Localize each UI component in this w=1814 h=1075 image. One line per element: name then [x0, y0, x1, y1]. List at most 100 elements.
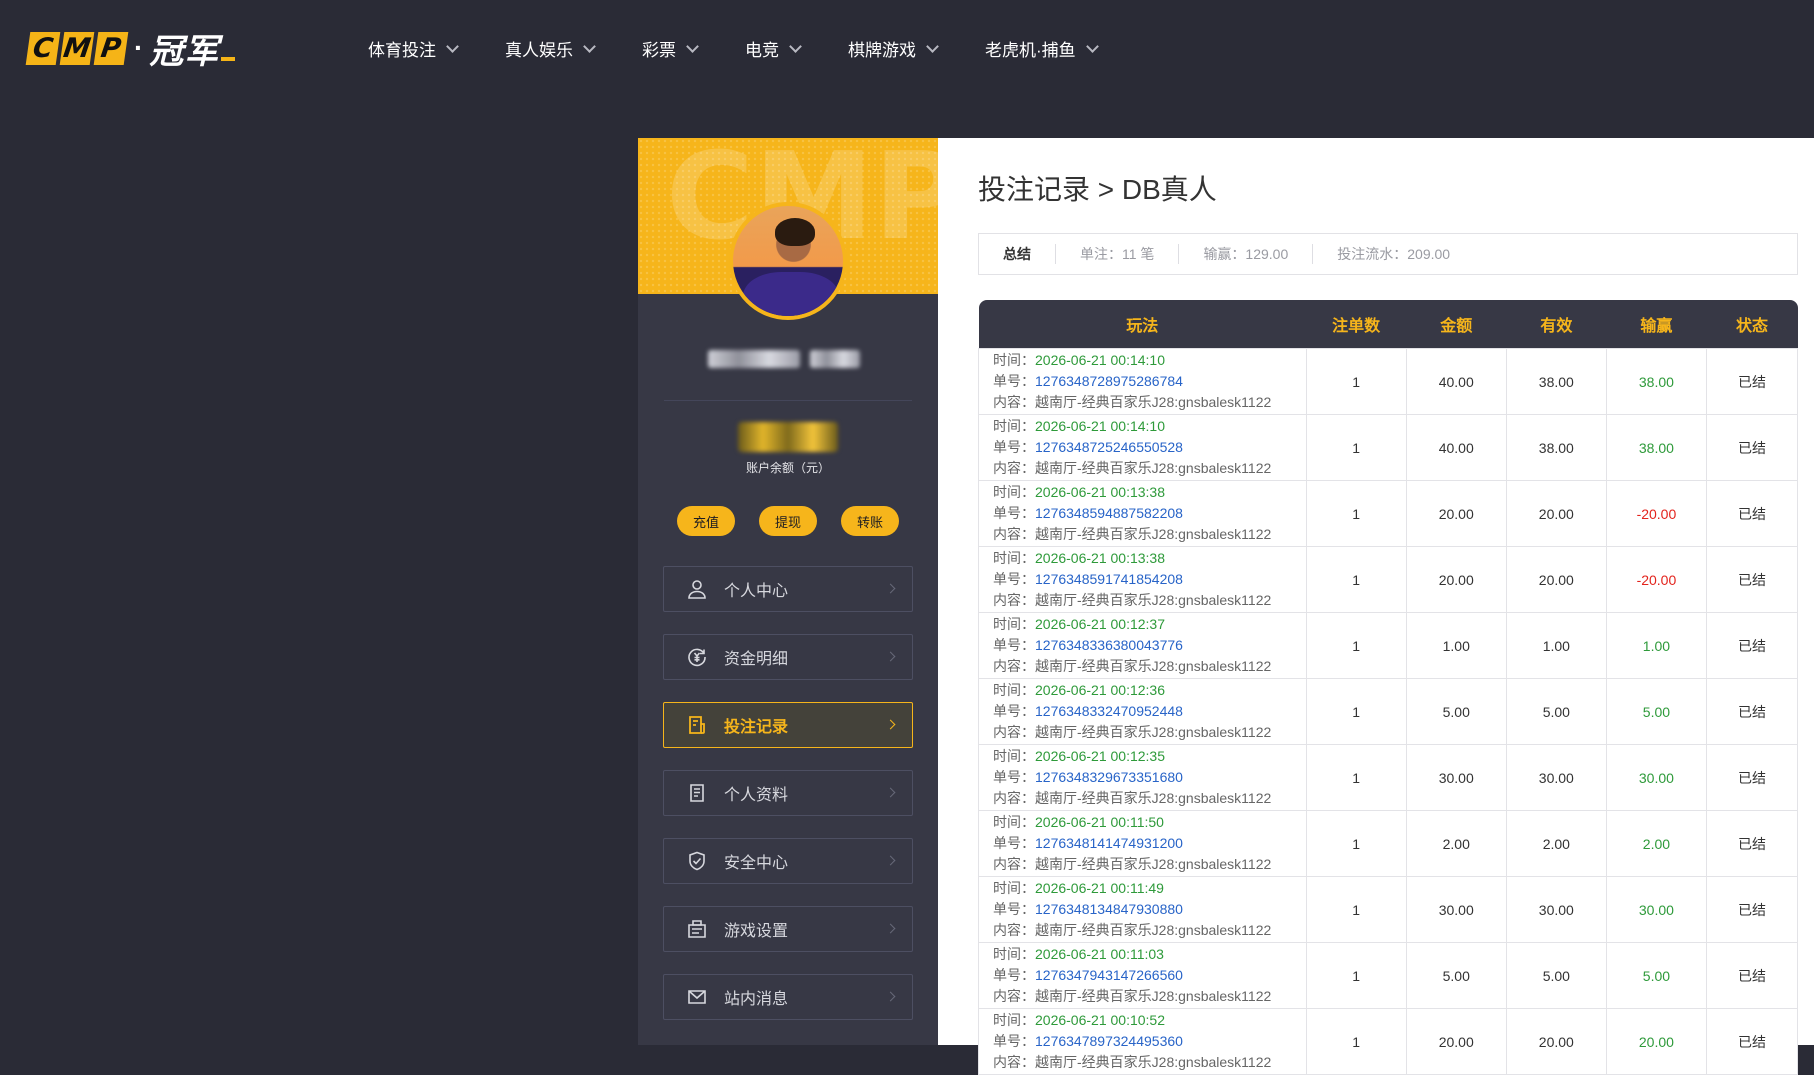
bet-status: 已结 [1705, 1008, 1799, 1075]
time-label: 时间： [993, 814, 1035, 830]
nav-item-card-games[interactable]: 棋牌游戏 [848, 36, 939, 61]
no-label: 单号： [993, 637, 1035, 653]
bet-winloss: 30.00 [1605, 876, 1707, 943]
bet-winloss: 38.00 [1605, 414, 1707, 481]
bet-number-link[interactable]: 1276348591741854208 [1035, 571, 1183, 587]
table-row[interactable]: 时间：2026-06-21 00:11:49 单号：127634813484793… [978, 876, 1799, 943]
sidebar-item-funds[interactable]: 资金明细 [663, 634, 913, 680]
sidebar-item-personal-center[interactable]: 个人中心 [663, 566, 913, 612]
divider [664, 400, 912, 401]
bet-content: 越南厅-经典百家乐J28:gnsbalesk1122 [1035, 460, 1272, 476]
bet-count: 1 [1305, 942, 1407, 1009]
col-header-amount: 金额 [1406, 300, 1507, 349]
deposit-button[interactable]: 充值 [677, 506, 735, 536]
bet-content-line: 内容：越南厅-经典百家乐J28:gnsbalesk1122 [993, 920, 1305, 941]
bet-winloss: 1.00 [1605, 612, 1707, 679]
bet-number-link[interactable]: 1276348594887582208 [1035, 505, 1183, 521]
table-row[interactable]: 时间：2026-06-21 00:14:10 单号：127634872897528… [978, 348, 1799, 415]
nav-item-lottery[interactable]: 彩票 [642, 36, 699, 61]
summary-bar: 总结 单注：11 笔 输赢：129.00 投注流水：209.00 [978, 233, 1798, 275]
bet-number-link[interactable]: 1276348725246550528 [1035, 439, 1183, 455]
content-label: 内容： [993, 988, 1035, 1004]
col-header-count: 注单数 [1306, 300, 1407, 349]
logo-letter: C [25, 31, 61, 65]
sidebar-item-profile[interactable]: 个人资料 [663, 770, 913, 816]
bet-content-line: 内容：越南厅-经典百家乐J28:gnsbalesk1122 [993, 986, 1305, 1007]
nav-item-esports[interactable]: 电竞 [745, 36, 802, 61]
bet-number-link[interactable]: 1276348728975286784 [1035, 373, 1183, 389]
main-nav: 体育投注 真人娱乐 彩票 电竞 棋牌游戏 老虎机·捕鱼 [368, 0, 1145, 96]
balance-block: 账户余额（元） [638, 422, 938, 476]
chevron-right-icon [885, 991, 896, 1002]
sidebar-item-security[interactable]: 安全中心 [663, 838, 913, 884]
bet-info-cell: 时间：2026-06-21 00:12:37 单号：127634833638004… [978, 612, 1307, 679]
bet-count: 1 [1305, 876, 1407, 943]
avatar[interactable] [729, 202, 847, 320]
bet-valid: 20.00 [1505, 546, 1607, 613]
bet-amount: 40.00 [1405, 348, 1507, 415]
nav-label: 老虎机·捕鱼 [985, 40, 1076, 60]
table-row[interactable]: 时间：2026-06-21 00:12:35 单号：127634832967335… [978, 744, 1799, 811]
bet-time: 2026-06-21 00:12:37 [1035, 616, 1165, 632]
chevron-down-icon [789, 39, 802, 53]
chevron-down-icon [1085, 39, 1099, 53]
bet-status: 已结 [1705, 744, 1799, 811]
sidebar-item-game-settings[interactable]: 游戏设置 [663, 906, 913, 952]
bet-status: 已结 [1705, 810, 1799, 877]
nav-item-sports[interactable]: 体育投注 [368, 36, 459, 61]
bet-number-link[interactable]: 1276348329673351680 [1035, 769, 1183, 785]
bet-time: 2026-06-21 00:13:38 [1035, 550, 1165, 566]
summary-winloss: 输赢：129.00 [1179, 244, 1314, 264]
table-row[interactable]: 时间：2026-06-21 00:14:10 单号：127634872524655… [978, 414, 1799, 481]
sidebar-item-bet-records[interactable]: 投注记录 [663, 702, 913, 748]
bet-content-line: 内容：越南厅-经典百家乐J28:gnsbalesk1122 [993, 392, 1305, 413]
bet-no-line: 单号：1276348594887582208 [993, 503, 1305, 524]
sidebar-menu: 个人中心 资金明细 投注记录 个人资料 安全中心 游戏设置 站内消息 [663, 566, 913, 1042]
bet-content: 越南厅-经典百家乐J28:gnsbalesk1122 [1035, 394, 1272, 410]
balance-label: 账户余额（元） [745, 461, 830, 475]
top-navbar: C M P · 冠军 体育投注 真人娱乐 彩票 电竞 棋牌游戏 老虎机·捕鱼 [0, 0, 1814, 96]
table-row[interactable]: 时间：2026-06-21 00:13:38 单号：127634859174185… [978, 546, 1799, 613]
bet-status: 已结 [1705, 348, 1799, 415]
bet-status: 已结 [1705, 942, 1799, 1009]
table-row[interactable]: 时间：2026-06-21 00:13:38 单号：127634859488758… [978, 480, 1799, 547]
sidebar-item-label: 资金明细 [724, 651, 789, 668]
bet-valid: 5.00 [1505, 678, 1607, 745]
chevron-down-icon [583, 39, 596, 53]
table-row[interactable]: 时间：2026-06-21 00:10:52 单号：127634789732449… [978, 1008, 1799, 1075]
sidebar-item-messages[interactable]: 站内消息 [663, 974, 913, 1020]
bet-number-link[interactable]: 1276347897324495360 [1035, 1033, 1183, 1049]
bet-number-link[interactable]: 1276348332470952448 [1035, 703, 1183, 719]
bet-content-line: 内容：越南厅-经典百家乐J28:gnsbalesk1122 [993, 788, 1305, 809]
bet-no-line: 单号：1276348329673351680 [993, 767, 1305, 788]
table-row[interactable]: 时间：2026-06-21 00:12:36 单号：127634833247095… [978, 678, 1799, 745]
bet-number-link[interactable]: 1276348141474931200 [1035, 835, 1183, 851]
table-row[interactable]: 时间：2026-06-21 00:12:37 单号：127634833638004… [978, 612, 1799, 679]
content-label: 内容： [993, 394, 1035, 410]
withdraw-button[interactable]: 提现 [759, 506, 817, 536]
profile-doc-icon [686, 782, 708, 804]
bet-content: 越南厅-经典百家乐J28:gnsbalesk1122 [1035, 526, 1272, 542]
brand-logo[interactable]: C M P · 冠军 [25, 30, 236, 71]
table-row[interactable]: 时间：2026-06-21 00:11:03 单号：127634794314726… [978, 942, 1799, 1009]
bet-number-link[interactable]: 1276348336380043776 [1035, 637, 1183, 653]
bet-records-table: 玩法 注单数 金额 有效 输赢 状态 时间：2026-06-21 00:14:1… [978, 300, 1799, 1075]
bet-winloss: 20.00 [1605, 1008, 1707, 1075]
bet-time: 2026-06-21 00:11:49 [1035, 880, 1164, 896]
nav-item-slots-fishing[interactable]: 老虎机·捕鱼 [985, 36, 1099, 61]
transfer-button[interactable]: 转账 [841, 506, 899, 536]
bet-number-link[interactable]: 1276348134847930880 [1035, 901, 1183, 917]
game-settings-icon [686, 918, 708, 940]
chevron-right-icon [885, 855, 896, 866]
bet-time: 2026-06-21 00:12:35 [1035, 748, 1165, 764]
bet-info-cell: 时间：2026-06-21 00:12:36 单号：127634833247095… [978, 678, 1307, 745]
time-label: 时间： [993, 484, 1035, 500]
bet-number-link[interactable]: 1276347943147266560 [1035, 967, 1183, 983]
nav-item-live-casino[interactable]: 真人娱乐 [505, 36, 596, 61]
bet-content-line: 内容：越南厅-经典百家乐J28:gnsbalesk1122 [993, 590, 1305, 611]
table-row[interactable]: 时间：2026-06-21 00:11:50 单号：127634814147493… [978, 810, 1799, 877]
time-label: 时间： [993, 880, 1035, 896]
bet-no-line: 单号：1276348725246550528 [993, 437, 1305, 458]
bet-amount: 20.00 [1405, 480, 1507, 547]
content-label: 内容： [993, 460, 1035, 476]
